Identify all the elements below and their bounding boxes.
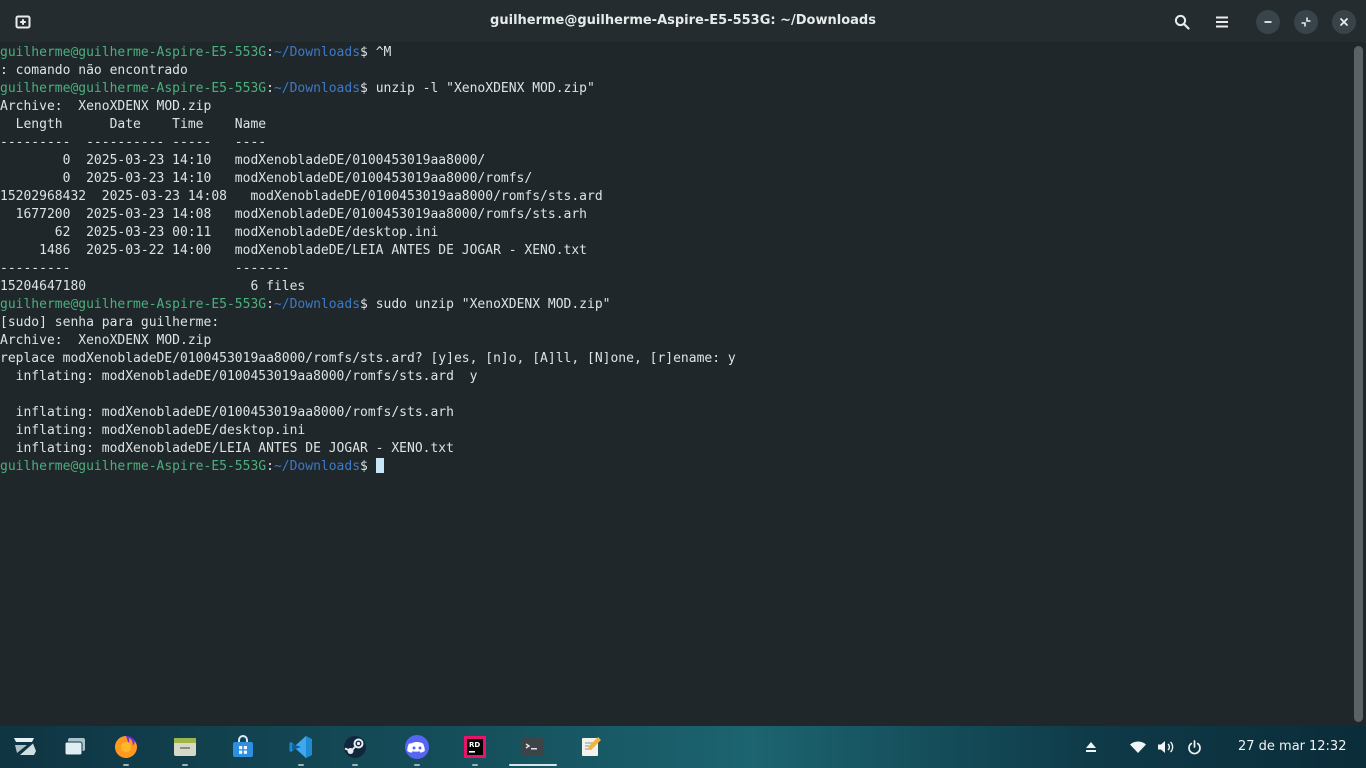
prompt-line: guilherme@guilherme-Aspire-E5-553G:~/Dow…: [0, 80, 1350, 98]
text-cursor: [375, 458, 384, 473]
terminal-output[interactable]: guilherme@guilherme-Aspire-E5-553G:~/Dow…: [0, 44, 1350, 724]
terminal-window: guilherme@guilherme-Aspire-E5-553G: ~/Do…: [0, 0, 1366, 726]
files-icon[interactable]: [170, 732, 200, 766]
steam-icon[interactable]: [340, 732, 370, 766]
discord-icon[interactable]: [402, 732, 432, 766]
output-line: [sudo] senha para guilherme:: [0, 315, 220, 330]
hamburger-menu-icon[interactable]: [1210, 10, 1234, 34]
output-line: 15202968432 2025-03-23 14:08 modXenoblad…: [0, 189, 603, 204]
running-indicator: [182, 764, 188, 766]
output-line: inflating: modXenobladeDE/LEIA ANTES DE …: [0, 441, 454, 456]
prompt-path: ~/Downloads: [273, 459, 361, 474]
output-line: 1486 2025-03-22 14:00 modXenobladeDE/LEI…: [0, 243, 587, 258]
prompt-path: ~/Downloads: [273, 45, 361, 60]
command-text: sudo unzip "XenoXDENX MOD.zip": [375, 297, 611, 312]
output-line: Archive: XenoXDENX MOD.zip: [0, 99, 212, 114]
output-line: 62 2025-03-23 00:11 modXenobladeDE/deskt…: [0, 225, 439, 240]
minimize-icon[interactable]: [1256, 10, 1280, 34]
output-line: : comando não encontrado: [0, 63, 188, 78]
clock-time[interactable]: 12:32: [1309, 739, 1346, 754]
running-indicator: [414, 764, 420, 766]
taskbar: RD 27 de mar 12:32: [0, 726, 1366, 768]
output-line: Length Date Time Name: [0, 117, 267, 132]
prompt-user: guilherme@guilherme-Aspire-E5-553G: [0, 459, 267, 474]
prompt-line: guilherme@guilherme-Aspire-E5-553G:~/Dow…: [0, 44, 1350, 62]
prompt-user: guilherme@guilherme-Aspire-E5-553G: [0, 45, 267, 60]
running-indicator: [352, 764, 358, 766]
running-indicator: [472, 764, 478, 766]
command-text: ^M: [375, 45, 392, 60]
scrollbar[interactable]: [1354, 46, 1363, 722]
eject-icon[interactable]: [1082, 738, 1100, 756]
text-editor-icon[interactable]: [576, 732, 606, 762]
prompt-separator: :: [266, 81, 274, 96]
software-store-icon[interactable]: [228, 732, 258, 762]
prompt-line: guilherme@guilherme-Aspire-E5-553G:~/Dow…: [0, 458, 1350, 476]
volume-icon[interactable]: [1157, 738, 1175, 756]
workspaces-icon[interactable]: [60, 732, 90, 762]
output-line: 15204647180 6 files: [0, 279, 306, 294]
output-line: replace modXenobladeDE/0100453019aa8000/…: [0, 351, 736, 366]
clock-date[interactable]: 27 de mar: [1238, 739, 1305, 754]
output-line: 0 2025-03-23 14:10 modXenobladeDE/010045…: [0, 171, 533, 186]
output-line: --------- ---------- ----- ----: [0, 135, 267, 150]
svg-text:RD: RD: [469, 741, 480, 749]
output-line: inflating: modXenobladeDE/0100453019aa80…: [0, 405, 454, 420]
running-indicator: [298, 764, 304, 766]
command-text: unzip -l "XenoXDENX MOD.zip": [375, 81, 595, 96]
prompt-separator: :: [266, 45, 274, 60]
window-title: guilherme@guilherme-Aspire-E5-553G: ~/Do…: [490, 13, 876, 28]
running-indicator: [509, 764, 557, 766]
prompt-symbol: $: [360, 297, 376, 312]
prompt-symbol: $: [360, 81, 376, 96]
prompt-separator: :: [266, 459, 274, 474]
output-line: 0 2025-03-23 14:10 modXenobladeDE/010045…: [0, 153, 486, 168]
prompt-symbol: $: [360, 459, 376, 474]
terminal-icon[interactable]: [509, 732, 557, 766]
firefox-icon[interactable]: [111, 732, 141, 766]
wifi-icon[interactable]: [1129, 738, 1147, 756]
title-bar[interactable]: guilherme@guilherme-Aspire-E5-553G: ~/Do…: [0, 0, 1366, 42]
close-icon[interactable]: [1332, 10, 1356, 34]
prompt-user: guilherme@guilherme-Aspire-E5-553G: [0, 81, 267, 96]
power-icon[interactable]: [1185, 738, 1203, 756]
prompt-path: ~/Downloads: [273, 297, 361, 312]
prompt-line: guilherme@guilherme-Aspire-E5-553G:~/Dow…: [0, 296, 1350, 314]
prompt-user: guilherme@guilherme-Aspire-E5-553G: [0, 297, 267, 312]
output-line: inflating: modXenobladeDE/0100453019aa80…: [0, 369, 478, 384]
prompt-separator: :: [266, 297, 274, 312]
output-line: 1677200 2025-03-23 14:08 modXenobladeDE/…: [0, 207, 587, 222]
restore-icon[interactable]: [1294, 10, 1318, 34]
zorin-menu-icon[interactable]: [10, 732, 40, 762]
running-indicator: [123, 764, 129, 766]
new-tab-icon[interactable]: [11, 10, 35, 34]
output-line: Archive: XenoXDENX MOD.zip: [0, 333, 212, 348]
vscode-icon[interactable]: [286, 732, 316, 766]
output-line: inflating: modXenobladeDE/desktop.ini: [0, 423, 306, 438]
prompt-path: ~/Downloads: [273, 81, 361, 96]
search-icon[interactable]: [1170, 10, 1194, 34]
output-line: --------- -------: [0, 261, 290, 276]
rider-icon[interactable]: RD: [460, 732, 490, 766]
prompt-symbol: $: [360, 45, 376, 60]
